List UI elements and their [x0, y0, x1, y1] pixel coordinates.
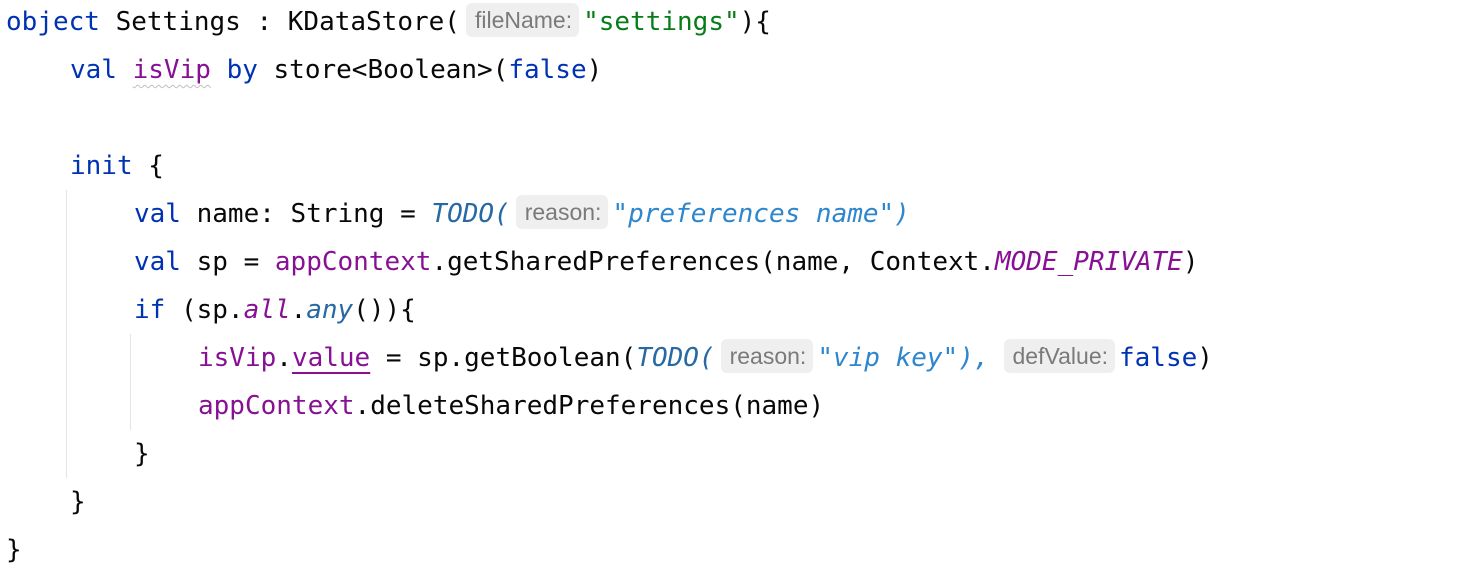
- code-line-1[interactable]: object Settings : KDataStore(fileName: "s…: [6, 0, 771, 46]
- property-value: value: [291, 343, 371, 373]
- extension-all: all: [243, 295, 291, 325]
- indent-guide: [130, 334, 131, 430]
- code-line-10[interactable]: }: [134, 430, 150, 478]
- code-editor[interactable]: object Settings : KDataStore(fileName: "s…: [0, 0, 1460, 574]
- code-line-2[interactable]: val isVip by store<Boolean>(false): [70, 46, 602, 94]
- string-literal: "settings": [583, 7, 740, 37]
- todo-call: TODO(: [431, 199, 510, 229]
- string-literal: "vip key"),: [817, 343, 990, 373]
- param-hint-reason: reason:: [720, 339, 814, 373]
- param-hint-reason: reason:: [515, 195, 609, 229]
- param-hint-filename: fileName:: [465, 3, 580, 37]
- code-text: .getSharedPreferences(name, Context.: [431, 247, 995, 277]
- keyword-val: val: [70, 55, 117, 85]
- keyword-val: val: [134, 247, 181, 277]
- extension-any: any: [306, 295, 354, 325]
- code-text: .: [276, 343, 292, 373]
- code-text: store<Boolean>(: [273, 55, 509, 85]
- todo-call: TODO(: [636, 343, 715, 373]
- boolean-literal: false: [508, 55, 587, 85]
- property-appcontext: appContext: [274, 247, 432, 277]
- closing-brace: }: [134, 439, 150, 469]
- code-line-9[interactable]: appContext.deleteSharedPreferences(name): [198, 382, 824, 430]
- code-text: (sp.: [165, 295, 244, 325]
- code-text: = sp.getBoolean(: [370, 343, 637, 373]
- code-text: ): [1182, 247, 1199, 277]
- keyword-val: val: [134, 199, 181, 229]
- code-text: sp =: [180, 247, 275, 277]
- property-isvip: isVip: [132, 55, 211, 85]
- code-line-8[interactable]: isVip.value = sp.getBoolean(TODO(reason:…: [198, 334, 1213, 382]
- code-text: .deleteSharedPreferences(name): [354, 391, 825, 421]
- code-line-5[interactable]: val name: String = TODO(reason: "preferen…: [134, 190, 910, 238]
- code-line-7[interactable]: if (sp.all.any()){: [134, 286, 416, 334]
- code-text: ): [1197, 343, 1213, 373]
- property-isvip: isVip: [198, 343, 277, 373]
- indent-guide: [66, 190, 67, 478]
- code-line-6[interactable]: val sp = appContext.getSharedPreferences…: [134, 238, 1198, 286]
- keyword-init: init: [70, 151, 133, 181]
- boolean-literal: false: [1119, 343, 1198, 373]
- code-text: Settings : KDataStore(: [99, 7, 460, 37]
- keyword-by: by: [226, 55, 258, 85]
- code-text: ()){: [353, 295, 416, 325]
- code-text: {: [132, 151, 164, 181]
- code-text: ){: [739, 7, 771, 37]
- code-line-11[interactable]: }: [70, 478, 86, 526]
- code-line-4[interactable]: init {: [70, 142, 164, 190]
- string-literal: "preferences name"): [612, 199, 910, 229]
- code-text: ): [586, 55, 603, 85]
- code-line-12[interactable]: }: [6, 526, 22, 574]
- keyword-if: if: [134, 295, 166, 325]
- property-appcontext: appContext: [198, 391, 355, 421]
- constant-mode-private: MODE_PRIVATE: [994, 247, 1183, 277]
- closing-brace: }: [6, 535, 22, 565]
- keyword-object: object: [6, 7, 100, 37]
- param-hint-defvalue: defValue:: [1003, 339, 1115, 373]
- code-text: name: String =: [180, 199, 432, 229]
- closing-brace: }: [70, 487, 86, 517]
- code-text: .: [290, 295, 307, 325]
